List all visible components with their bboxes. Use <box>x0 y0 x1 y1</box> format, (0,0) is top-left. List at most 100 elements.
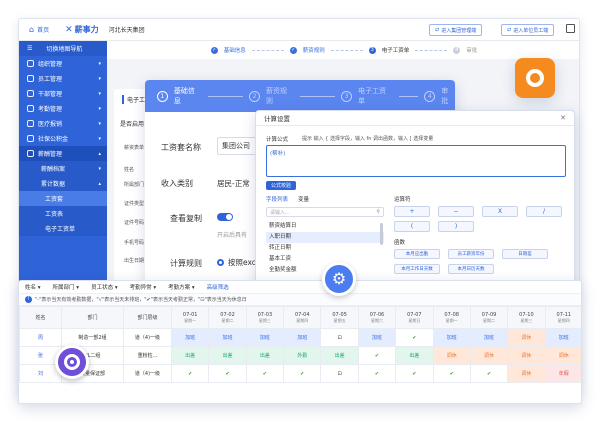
attendance-cell[interactable]: ✔ <box>395 328 434 347</box>
attendance-cell[interactable]: ✔ <box>208 364 247 383</box>
attendance-cell[interactable]: 出差 <box>170 346 210 365</box>
func-button[interactable]: 本月工作日天数 <box>394 264 440 274</box>
func-button[interactable]: 日期差 <box>502 249 548 259</box>
attendance-cell[interactable]: 调休 <box>507 364 546 383</box>
sidebar-item-staff[interactable]: 员工管理 ▾ <box>19 71 107 86</box>
gear-badge[interactable]: ⚙ <box>322 262 356 296</box>
sidebar-item-payroll[interactable]: 薪酬管理 ▴ <box>19 146 107 161</box>
field-item[interactable]: 入职日期 <box>266 232 384 243</box>
cell-level: 道（4)一级 <box>123 328 172 347</box>
field-item[interactable]: 薪资结算日 <box>266 221 384 232</box>
attendance-cell[interactable]: 调休 <box>507 346 546 365</box>
attendance-cell[interactable]: ✔ <box>469 364 509 383</box>
op-divide[interactable]: / <box>526 206 562 217</box>
filter-advanced[interactable]: 高级筛选 <box>207 283 229 291</box>
filter-status[interactable]: 员工状态 ▾ <box>91 283 118 291</box>
attendance-cell[interactable]: 调休 <box>544 346 581 365</box>
attendance-cell[interactable]: 加班 <box>283 328 322 347</box>
attendance-cell[interactable]: 加班 <box>469 328 509 347</box>
table-row[interactable]: 周制造一部2组 道（4)一级 加班 加班 加班 加班 ⊡ 加班 ✔ 加班 加班 调休 加班 <box>19 328 581 347</box>
group-admin-button[interactable]: ⇄ 进入集团管理端 <box>429 24 483 36</box>
sidebar-item-social[interactable]: 社保公积金 ▾ <box>19 131 107 146</box>
field-scrollbar[interactable] <box>380 223 383 245</box>
filter-scheme[interactable]: 考勤方案 ▾ <box>168 283 195 291</box>
field-search[interactable]: 请输入... ⚲ <box>266 207 384 217</box>
tab-vars[interactable]: 变量 <box>298 195 309 203</box>
field-item[interactable]: 转正日期 <box>266 243 384 254</box>
table-row[interactable]: 张 PL二组 重粉粒... 出差 出差 出差 外勤 出差 ✔ 出差 调休 调休 调休 调休 <box>19 346 581 365</box>
attendance-cell[interactable]: 加班 <box>245 328 285 347</box>
sidebar-item-salary-set[interactable]: 工资套 <box>19 191 107 206</box>
attendance-cell[interactable]: 年假 <box>544 364 581 383</box>
func-button[interactable]: 本月应出勤 <box>394 249 440 259</box>
attendance-cell[interactable]: 调休 <box>432 346 471 365</box>
formula-textarea[interactable]: (帮补) <box>266 145 566 177</box>
step-basic[interactable]: 基础信息 <box>224 46 246 54</box>
target-badge[interactable] <box>55 345 89 379</box>
attendance-cell[interactable]: 加班 <box>170 328 210 347</box>
attendance-cell[interactable]: ⊡ <box>320 328 359 347</box>
attendance-cell[interactable]: 调休 <box>507 328 546 347</box>
sidebar-item-cumulative[interactable]: 累计数据 ▴ <box>19 176 107 191</box>
sidebar-item-medical[interactable]: 医疗报销 ▾ <box>19 116 107 131</box>
attendance-cell[interactable]: ✔ <box>432 364 471 383</box>
op-lparen[interactable]: ( <box>394 221 430 232</box>
filter-exception[interactable]: 考勤异常 ▾ <box>130 283 157 291</box>
settings-icon[interactable] <box>566 24 575 33</box>
unit-staff-button[interactable]: ⇄ 进入单位员工端 <box>501 24 555 36</box>
attendance-cell[interactable]: 出差 <box>320 346 359 365</box>
sidebar-item-e-payslip[interactable]: 电子工资单 <box>19 221 107 236</box>
filter-dept[interactable]: 所属部门 ▾ <box>53 283 80 291</box>
attendance-cell[interactable]: 外勤 <box>283 346 322 365</box>
filter-name[interactable]: 姓名 ▾ <box>25 283 41 291</box>
attendance-cell[interactable]: 加班 <box>357 328 397 347</box>
attendance-cell[interactable]: ✔ <box>245 364 285 383</box>
op-plus[interactable]: + <box>394 206 430 217</box>
field-item[interactable]: 基本工资 <box>266 254 384 265</box>
home-icon[interactable]: ⌂ <box>29 25 34 34</box>
op-multiply[interactable]: X <box>482 206 518 217</box>
table-row[interactable]: 刘质量保证部 道（4)一级 ✔ ✔ ✔ ✔ ⊡ ✔ ✔ ✔ ✔ 调休 年假 <box>19 364 581 383</box>
attendance-cell[interactable]: ✔ <box>357 346 397 365</box>
step-rules[interactable]: 薪资规则 <box>303 46 325 54</box>
func-button[interactable]: 本月日历天数 <box>448 264 494 274</box>
attendance-cell[interactable]: 出差 <box>395 346 434 365</box>
sidebar-item-cadre[interactable]: 干部管理 ▾ <box>19 86 107 101</box>
attendance-cell[interactable]: 加班 <box>208 328 247 347</box>
attendance-cell[interactable]: ✔ <box>395 364 434 383</box>
attendance-cell[interactable]: 加班 <box>432 328 471 347</box>
op-rparen[interactable]: ) <box>438 221 474 232</box>
attendance-cell[interactable]: ✔ <box>170 364 210 383</box>
copy-toggle[interactable] <box>217 213 233 221</box>
verify-button[interactable]: 公式校验 <box>266 181 296 190</box>
form-step-rules[interactable]: 薪资规则 <box>266 86 294 106</box>
sidebar-item-salary-sheet[interactable]: 工资表 <box>19 206 107 221</box>
bg-tab[interactable]: 电子工 <box>122 95 145 104</box>
form-step-approve[interactable]: 审批 <box>441 86 455 106</box>
attendance-cell[interactable]: 加班 <box>544 328 581 347</box>
attendance-cell[interactable]: ⊡ <box>320 364 359 383</box>
sidebar-item-attendance[interactable]: 考勤管理 ▾ <box>19 101 107 116</box>
func-button[interactable]: 员工薪资年份 <box>448 249 494 259</box>
sidebar-toggle[interactable]: ☰ 切换地图导航 <box>19 41 107 56</box>
form-step-payslip[interactable]: 电子工资单 <box>358 86 393 106</box>
attendance-cell[interactable]: 出差 <box>245 346 285 365</box>
rule-value[interactable]: 按照exc <box>228 257 256 268</box>
sidebar-item-pay-file[interactable]: 薪酬档案 ▾ <box>19 161 107 176</box>
step-payslip[interactable]: 电子工资单 <box>382 46 410 54</box>
step-approve[interactable]: 审批 <box>466 46 477 54</box>
home-link[interactable]: 首页 <box>37 25 49 34</box>
attendance-cell[interactable]: ✔ <box>357 364 397 383</box>
close-icon[interactable]: ✕ <box>560 114 566 122</box>
search-badge-card[interactable] <box>515 58 555 98</box>
attendance-cell[interactable]: 出差 <box>208 346 247 365</box>
rule-radio[interactable] <box>217 259 224 266</box>
tab-fields[interactable]: 字段列表 <box>266 195 288 203</box>
attendance-cell[interactable]: 调休 <box>469 346 509 365</box>
op-minus[interactable]: − <box>438 206 474 217</box>
sidebar-item-org[interactable]: 组织管理 ▾ <box>19 56 107 71</box>
income-value[interactable]: 居民-正常 <box>217 178 250 189</box>
form-step-basic[interactable]: 基础信息 <box>174 86 202 106</box>
company-name[interactable]: 河北长天集团 <box>109 25 145 34</box>
attendance-cell[interactable]: ✔ <box>283 364 322 383</box>
